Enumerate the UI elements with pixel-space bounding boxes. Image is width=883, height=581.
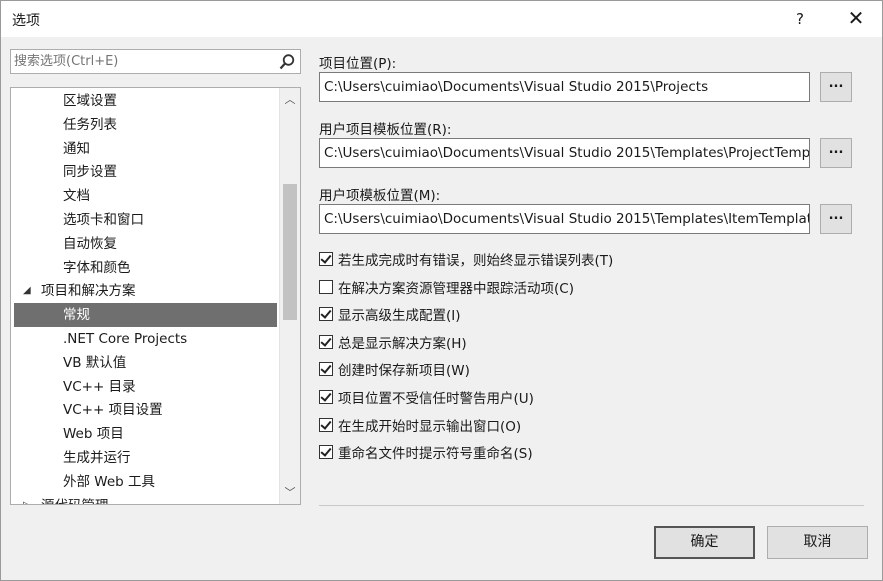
option-checkbox-row[interactable]: 在生成开始时显示输出窗口(O) bbox=[319, 415, 521, 435]
tree-item-label: 外部 Web 工具 bbox=[63, 473, 156, 490]
checkbox[interactable] bbox=[319, 334, 333, 349]
help-button[interactable]: ? bbox=[785, 5, 815, 33]
tree-scrollbar[interactable]: ︿ ﹀ bbox=[279, 88, 300, 504]
option-checkbox-row[interactable]: 显示高级生成配置(I) bbox=[319, 304, 461, 324]
project-location-browse-button[interactable]: ... bbox=[820, 72, 852, 102]
checkbox[interactable] bbox=[319, 279, 333, 294]
item-templates-input[interactable] bbox=[320, 205, 809, 233]
checkbox[interactable] bbox=[319, 362, 333, 377]
tree-item-label: VC++ 项目设置 bbox=[63, 402, 163, 419]
tree-item-label: 文档 bbox=[63, 188, 90, 205]
tree-item[interactable]: VC++ 项目设置 bbox=[11, 398, 277, 422]
option-checkbox-row[interactable]: 创建时保存新项目(W) bbox=[319, 359, 470, 379]
tree-expander-icon[interactable]: ▷ bbox=[23, 494, 31, 504]
item-templates-label: 用户项模板位置(M): bbox=[319, 188, 441, 204]
tree-item[interactable]: ▷ 源代码管理 bbox=[11, 494, 277, 504]
checkbox-label: 在生成开始时显示输出窗口(O) bbox=[338, 418, 522, 435]
tree-item-label: 生成并运行 bbox=[63, 450, 131, 466]
tree-item[interactable]: 常规 bbox=[14, 303, 277, 328]
checkbox[interactable] bbox=[319, 252, 333, 266]
checkbox[interactable] bbox=[319, 417, 333, 432]
project-templates-browse-button[interactable]: ... bbox=[820, 138, 852, 168]
tree-item[interactable]: 文档 bbox=[11, 184, 277, 208]
scroll-thumb[interactable] bbox=[283, 184, 297, 320]
dialog-title: 选项 bbox=[12, 13, 40, 29]
tree-item[interactable]: ◢ 项目和解决方案 bbox=[11, 279, 277, 303]
tree-item-label: 自动恢复 bbox=[63, 235, 117, 252]
project-templates-label: 用户项目模板位置(R): bbox=[319, 122, 452, 138]
option-checkbox-row[interactable]: 在解决方案资源管理器中跟踪活动项(C) bbox=[319, 277, 574, 297]
checkbox-label: 若生成完成时有错误，则始终显示错误列表(T) bbox=[338, 253, 614, 269]
checkbox[interactable] bbox=[319, 307, 333, 322]
tree-item[interactable]: 通知 bbox=[11, 137, 277, 161]
tree-item-label: 源代码管理 bbox=[41, 498, 109, 504]
tree-item[interactable]: 生成并运行 bbox=[11, 446, 277, 470]
checkbox[interactable] bbox=[319, 445, 333, 460]
tree-item-label: 同步设置 bbox=[63, 164, 117, 181]
divider bbox=[319, 505, 864, 506]
tree-item[interactable]: 区域设置 bbox=[11, 89, 277, 113]
tree-item[interactable]: 字体和颜色 bbox=[11, 256, 277, 280]
tree-item-label: 字体和颜色 bbox=[63, 259, 131, 276]
tree-item-label: Web 项目 bbox=[63, 426, 124, 443]
project-location-input[interactable] bbox=[320, 73, 809, 101]
tree-item-label: 通知 bbox=[63, 140, 90, 157]
search-icon[interactable] bbox=[278, 53, 296, 71]
tree-item-label: 项目和解决方案 bbox=[41, 283, 136, 300]
scroll-down-icon[interactable]: ﹀ bbox=[280, 484, 300, 501]
option-checkbox-row[interactable]: 若生成完成时有错误，则始终显示错误列表(T) bbox=[319, 249, 613, 269]
project-location-label: 项目位置(P): bbox=[319, 56, 397, 72]
option-checkbox-row[interactable]: 项目位置不受信任时警告用户(U) bbox=[319, 387, 534, 407]
tree-item[interactable]: VB 默认值 bbox=[11, 351, 277, 375]
tree-item[interactable]: 任务列表 bbox=[11, 113, 277, 137]
options-dialog: 选项 ? ✕ 区域设置任务列表通知同步设置文档选项卡和窗口自动恢复字体和颜色 ◢ 项… bbox=[0, 0, 883, 581]
project-templates-field[interactable] bbox=[319, 138, 810, 168]
tree-item-label: 常规 bbox=[63, 307, 90, 324]
project-templates-input[interactable] bbox=[320, 139, 809, 167]
tree-item-label: .NET Core Projects bbox=[63, 331, 188, 347]
title-bar: 选项 ? ✕ bbox=[1, 1, 882, 37]
tree-item-label: 任务列表 bbox=[63, 116, 117, 133]
project-location-field[interactable] bbox=[319, 72, 810, 102]
ok-button[interactable]: 确定 bbox=[654, 526, 755, 559]
item-templates-field[interactable] bbox=[319, 204, 810, 234]
search-input[interactable] bbox=[14, 52, 269, 71]
tree-item[interactable]: Web 项目 bbox=[11, 422, 277, 446]
option-checkbox-row[interactable]: 重命名文件时提示符号重命名(S) bbox=[319, 442, 533, 462]
checkbox-label: 创建时保存新项目(W) bbox=[338, 363, 470, 380]
tree-item[interactable]: 外部 Web 工具 bbox=[11, 470, 277, 494]
scroll-up-icon[interactable]: ︿ bbox=[280, 91, 300, 108]
tree-item[interactable]: VC++ 目录 bbox=[11, 375, 277, 399]
option-checkbox-row[interactable]: 总是显示解决方案(H) bbox=[319, 332, 467, 352]
search-box[interactable] bbox=[10, 49, 301, 74]
checkbox[interactable] bbox=[319, 390, 333, 404]
options-tree[interactable]: 区域设置任务列表通知同步设置文档选项卡和窗口 自动恢复字体和颜色 ◢ 项目和解决方案常… bbox=[10, 87, 301, 505]
tree-item-label: VB 默认值 bbox=[63, 354, 127, 371]
tree-item[interactable]: .NET Core Projects bbox=[11, 327, 277, 351]
item-templates-browse-button[interactable]: ... bbox=[820, 204, 852, 234]
checkbox-label: 显示高级生成配置(I) bbox=[338, 308, 461, 325]
tree-item[interactable]: 自动恢复 bbox=[11, 232, 277, 256]
checkbox-label: 重命名文件时提示符号重命名(S) bbox=[338, 446, 533, 463]
close-button[interactable]: ✕ bbox=[841, 5, 871, 33]
checkbox-label: 项目位置不受信任时警告用户(U) bbox=[338, 391, 534, 407]
tree-item-label: VC++ 目录 bbox=[63, 378, 136, 395]
tree-item[interactable]: 同步设置 bbox=[11, 160, 277, 184]
checkbox-label: 在解决方案资源管理器中跟踪活动项(C) bbox=[338, 280, 574, 297]
tree-item[interactable]: 选项卡和窗口 bbox=[11, 208, 277, 232]
checkbox-label: 总是显示解决方案(H) bbox=[338, 335, 467, 352]
tree-item-label: 区域设置 bbox=[63, 93, 117, 109]
tree-expander-icon[interactable]: ◢ bbox=[23, 279, 31, 303]
cancel-button[interactable]: 取消 bbox=[767, 526, 868, 559]
tree-item-label: 选项卡和窗口 bbox=[63, 212, 144, 228]
